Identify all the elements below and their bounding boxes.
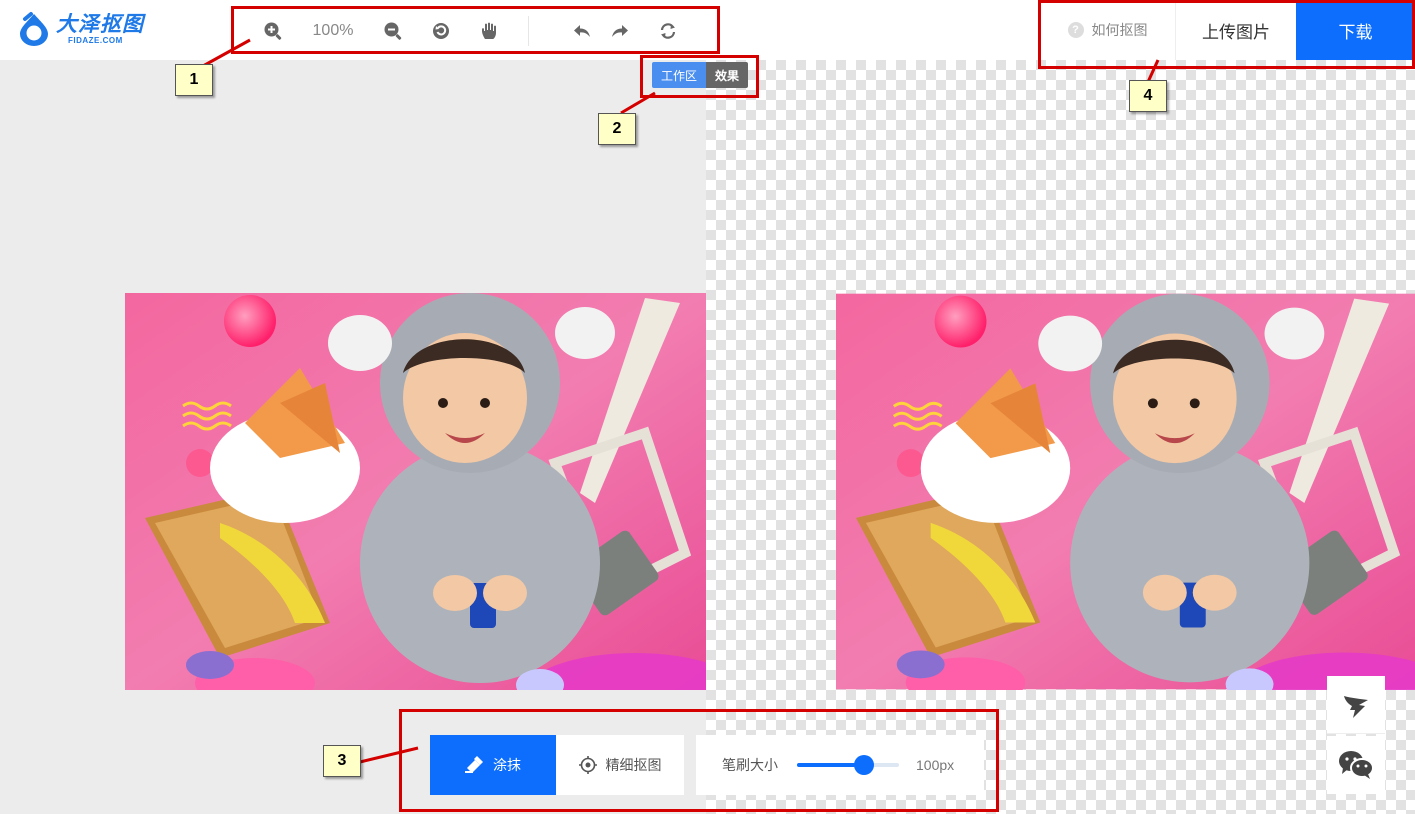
annotation-label-2: 2	[598, 113, 636, 145]
annotation-label-1: 1	[175, 64, 213, 96]
annotation-box-2	[640, 55, 759, 98]
logo[interactable]: 大泽抠图 FIDAZE.COM	[16, 8, 144, 50]
annotation-box-3	[399, 709, 999, 812]
wechat-icon	[1339, 751, 1374, 779]
logo-name: 大泽抠图	[56, 12, 144, 36]
result-image	[836, 293, 1415, 690]
work-image[interactable]	[125, 293, 706, 690]
logo-drop-icon	[16, 11, 52, 47]
dingtalk-button[interactable]	[1327, 676, 1385, 734]
annotation-label-4: 4	[1129, 80, 1167, 112]
wechat-button[interactable]	[1327, 736, 1385, 794]
dingtalk-icon	[1344, 695, 1368, 718]
annotation-box-1	[231, 6, 720, 54]
annotation-label-3: 3	[323, 745, 361, 777]
annotation-box-4	[1038, 0, 1415, 69]
logo-domain: FIDAZE.COM	[68, 35, 123, 45]
